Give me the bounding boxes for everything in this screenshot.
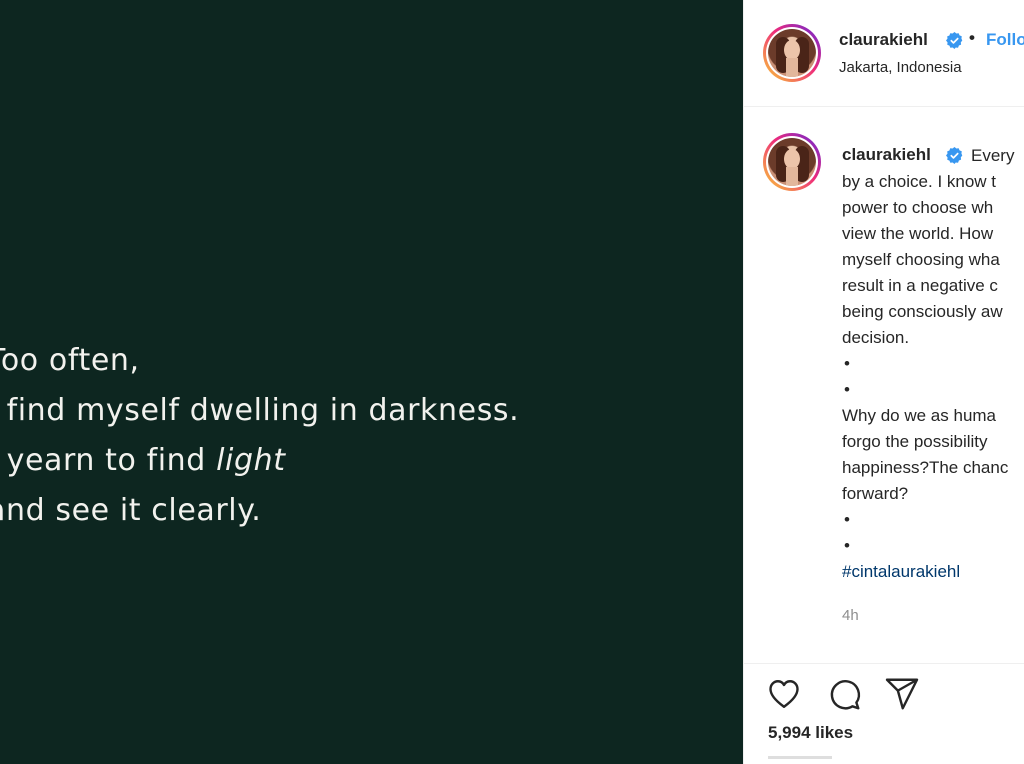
post-image: Too often, I find myself dwelling in dar… (0, 0, 743, 764)
caption-line: happiness?The chanc (842, 458, 1009, 477)
likes-label: likes (815, 723, 854, 742)
post-actions: 5,994 likes (744, 663, 1024, 764)
caption-line: Every (971, 146, 1015, 165)
caption-line: Why do we as huma (842, 406, 997, 425)
caption-bullet: • (844, 380, 850, 399)
caption-line: myself choosing wha (842, 250, 1000, 269)
quote-line-3-italic: light (216, 443, 286, 478)
caption-line: by a choice. I know t (842, 172, 997, 191)
post-location[interactable]: Jakarta, Indonesia (839, 59, 962, 76)
caption-line: view the world. How (842, 224, 994, 243)
caption-section: claurakiehl Every by a choice. I know t … (744, 107, 1024, 662)
post-header: claurakiehl • Follow Jakarta, Indonesia (744, 0, 1024, 107)
quote-line-2: I find myself dwelling in darkness. (0, 393, 520, 428)
caption-line: forgo the possibility (842, 432, 988, 451)
follow-button[interactable]: Follow (986, 30, 1024, 50)
avatar-photo (768, 29, 816, 77)
caption-author-avatar[interactable] (763, 133, 821, 191)
caption-line: decision. (842, 328, 910, 347)
caption-bullet: • (844, 510, 850, 529)
post-timestamp[interactable]: 4h (842, 607, 859, 624)
caption-line: power to choose wh (842, 198, 994, 217)
quote-line-3: I yearn to find light (0, 436, 519, 486)
header-username[interactable]: claurakiehl (839, 30, 928, 50)
caption-line: being consciously aw (842, 302, 1003, 321)
caption-line: forward? (842, 484, 909, 503)
caption-hashtag-link[interactable]: #cintalaurakiehl (842, 562, 960, 581)
caption-bullet: • (844, 536, 850, 555)
verified-badge-icon (946, 32, 963, 49)
likes-number: 5,994 (768, 723, 811, 742)
caption-line: result in a negative c (842, 276, 998, 295)
quote-line-4: and see it clearly. (0, 493, 262, 528)
paper-plane-icon[interactable] (884, 676, 920, 712)
comment-icon[interactable] (826, 676, 862, 712)
header-separator: • (969, 28, 975, 47)
post-image-quote: Too often, I find myself dwelling in dar… (0, 336, 519, 536)
caption-bullet: • (844, 354, 850, 373)
caption-text: Every by a choice. I know t power to cho… (842, 143, 1024, 585)
quote-line-1: Too often, (0, 343, 140, 378)
author-avatar[interactable] (763, 24, 821, 82)
truncated-date-text (768, 756, 832, 759)
likes-count[interactable]: 5,994 likes (768, 723, 853, 743)
avatar-photo (768, 138, 816, 186)
heart-icon[interactable] (766, 676, 802, 712)
post-side-panel: claurakiehl • Follow Jakarta, Indonesia … (743, 0, 1024, 764)
quote-line-3-text: I yearn to find (0, 443, 217, 478)
